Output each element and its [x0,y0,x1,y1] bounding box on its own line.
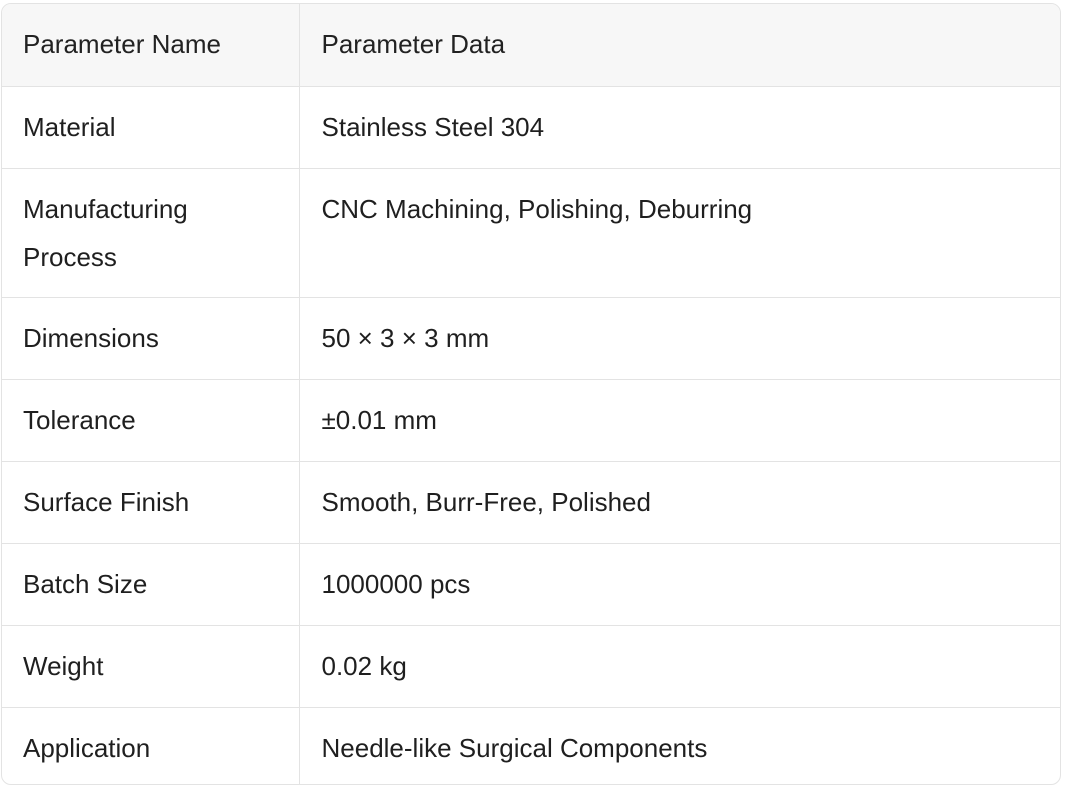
column-header-parameter-name: Parameter Name [2,4,300,87]
row-parameter-data: CNC Machining, Polishing, Deburring [299,168,1060,298]
row-parameter-data: Smooth, Burr-Free, Polished [299,461,1060,544]
row-parameter-data: 1000000 pcs [299,543,1060,626]
row-parameter-data: 50 × 3 × 3 mm [299,297,1060,380]
table-row: Weight 0.02 kg [2,625,1060,708]
table-row: Material Stainless Steel 304 [2,86,1060,169]
table-row: Manufacturing Process CNC Machining, Pol… [2,168,1060,298]
parameter-table: Parameter Name Parameter Data Material S… [2,4,1060,784]
row-parameter-name: Dimensions [2,297,300,380]
row-parameter-name: Tolerance [2,379,300,462]
table-row: Application Needle-like Surgical Compone… [2,707,1060,784]
row-parameter-data: 0.02 kg [299,625,1060,708]
table-row: Dimensions 50 × 3 × 3 mm [2,297,1060,380]
table-row: Surface Finish Smooth, Burr-Free, Polish… [2,461,1060,544]
row-parameter-data: Stainless Steel 304 [299,86,1060,169]
row-parameter-data: ±0.01 mm [299,379,1060,462]
row-parameter-name: Batch Size [2,543,300,626]
row-parameter-name: Weight [2,625,300,708]
row-parameter-name: Manufacturing Process [2,168,300,298]
row-parameter-name: Application [2,707,300,784]
table-row: Batch Size 1000000 pcs [2,543,1060,626]
column-header-parameter-data: Parameter Data [299,4,1060,87]
table-header-row: Parameter Name Parameter Data [2,4,1060,87]
parameter-table-container: Parameter Name Parameter Data Material S… [1,3,1061,785]
row-parameter-name: Surface Finish [2,461,300,544]
row-parameter-data: Needle-like Surgical Components [321,732,708,763]
table-row: Tolerance ±0.01 mm [2,379,1060,462]
row-parameter-name: Material [2,86,300,169]
